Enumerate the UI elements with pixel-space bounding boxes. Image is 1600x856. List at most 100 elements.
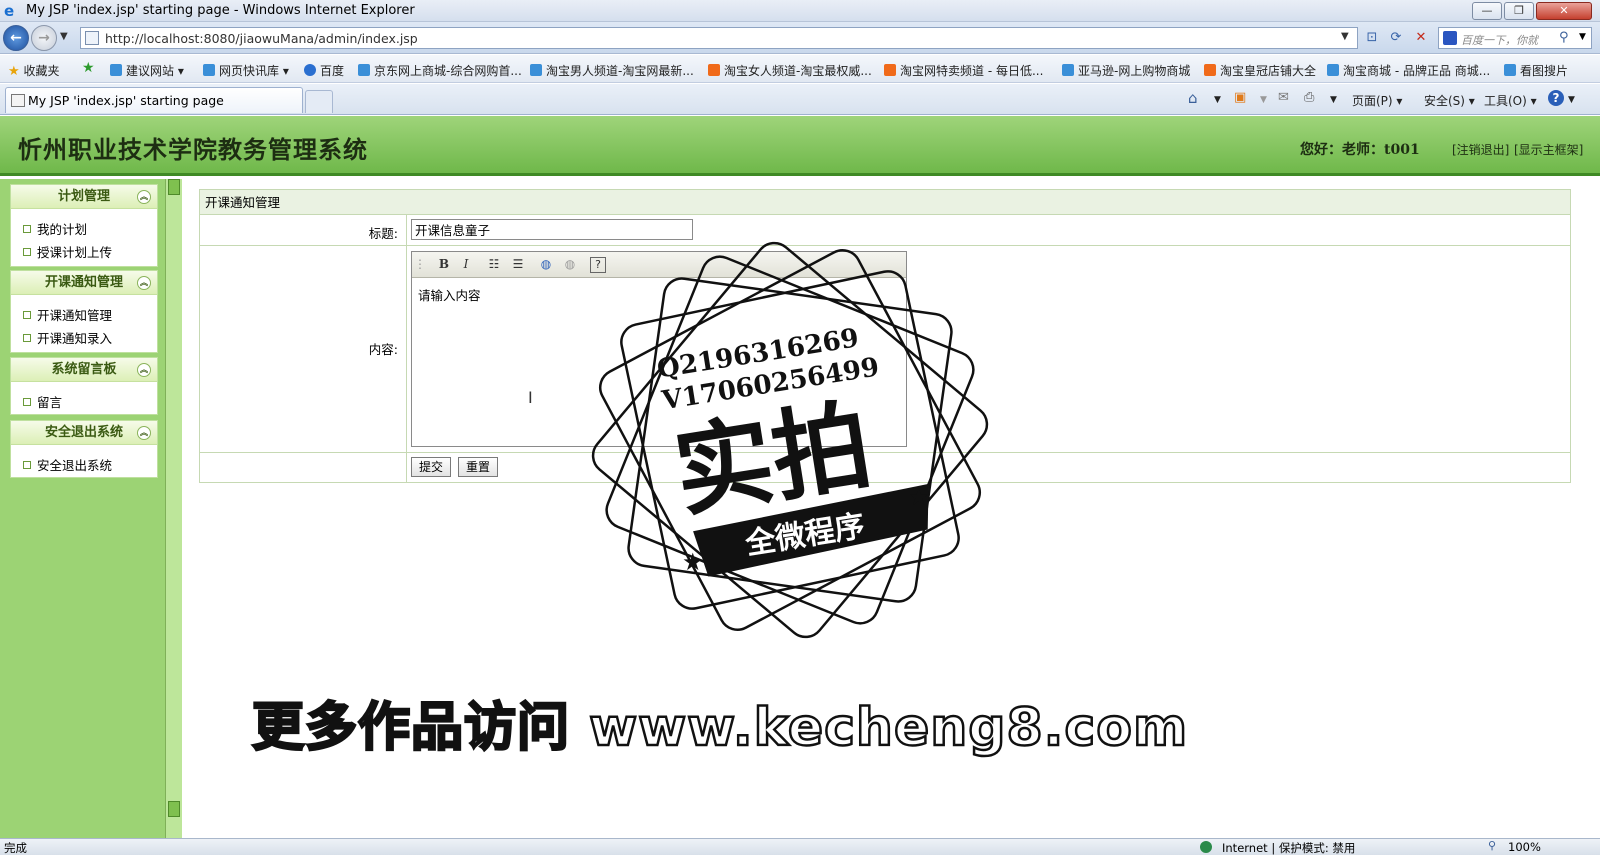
page-menu[interactable]: 页面(P) ▾ — [1352, 92, 1402, 109]
help-icon[interactable]: ? — [1548, 90, 1564, 106]
search-field[interactable]: 百度一下，你就 ⚲ ▼ — [1438, 27, 1592, 49]
forward-icon[interactable]: → — [31, 25, 57, 51]
menu-item-my-plan[interactable]: 我的计划 — [23, 219, 87, 238]
fav-link-7[interactable]: 亚马逊-网上购物商城 — [1062, 62, 1190, 79]
restore-button[interactable]: ❐ — [1504, 2, 1534, 20]
text-cursor-icon: I — [528, 388, 533, 407]
compat-view-icon[interactable]: ⊡ — [1361, 28, 1383, 48]
help-dropdown-icon[interactable]: ▼ — [1568, 95, 1575, 105]
menu-group-header[interactable]: 系统留言板 ︽ — [11, 358, 157, 382]
fav-link-1[interactable]: 网页快讯库 ▾ — [203, 62, 289, 79]
frame-splitter[interactable] — [165, 179, 182, 838]
unordered-list-icon[interactable]: ☰ — [508, 255, 528, 274]
collapse-icon[interactable]: ︽ — [137, 190, 151, 204]
refresh-icon[interactable]: ⟳ — [1385, 28, 1407, 48]
star-icon: ★ — [8, 64, 20, 79]
history-dropdown-icon[interactable]: ▼ — [60, 31, 68, 42]
tab-bar: My JSP 'index.jsp' starting page ⌂ ▼ ▣ ▼… — [0, 84, 1600, 115]
print-dropdown-icon[interactable]: ▼ — [1330, 95, 1337, 105]
collapse-icon[interactable]: ︽ — [137, 276, 151, 290]
fav-link-10[interactable]: 看图搜片 — [1504, 62, 1568, 79]
window-title-bar: e My JSP 'index.jsp' starting page - Win… — [0, 0, 1600, 22]
menu-item-upload-plan[interactable]: 授课计划上传 — [23, 242, 112, 261]
taobao-icon — [1204, 64, 1216, 76]
menu-item-message[interactable]: 留言 — [23, 392, 62, 411]
menu-group-header[interactable]: 计划管理 ︽ — [11, 185, 157, 209]
fav-link-5[interactable]: 淘宝女人频道-淘宝最权威... — [708, 62, 872, 79]
page-icon — [11, 94, 25, 107]
tab-active[interactable]: My JSP 'index.jsp' starting page — [5, 87, 303, 113]
security-zone[interactable]: Internet | 保护模式: 禁用 — [1222, 840, 1355, 856]
url-text: http://localhost:8080/jiaowuMana/admin/i… — [105, 31, 418, 46]
webpage-icon — [1504, 64, 1516, 76]
tab-title: My JSP 'index.jsp' starting page — [28, 93, 224, 108]
submit-button[interactable]: 提交 — [411, 457, 452, 477]
menu-item-notice-manage[interactable]: 开课通知管理 — [23, 305, 112, 324]
address-field[interactable]: http://localhost:8080/jiaowuMana/admin/i… — [80, 27, 1358, 49]
remove-link-icon[interactable]: ◍ — [560, 255, 580, 274]
back-icon[interactable]: ← — [3, 25, 29, 51]
insert-link-icon[interactable]: ◍ — [536, 255, 556, 274]
webpage-icon — [1062, 64, 1074, 76]
search-dropdown-icon[interactable]: ▼ — [1579, 32, 1586, 42]
stop-icon[interactable]: ✕ — [1410, 28, 1432, 48]
baidu-icon — [1443, 31, 1457, 45]
show-frame-link[interactable]: [显示主框架] — [1514, 141, 1583, 158]
editor-content[interactable]: 请输入内容 — [418, 285, 481, 304]
webpage-icon — [530, 64, 542, 76]
home-icon[interactable]: ⌂ — [1188, 89, 1198, 107]
reset-button[interactable]: 重置 — [458, 457, 499, 477]
new-tab-button[interactable] — [305, 90, 333, 113]
menu-group-header[interactable]: 开课通知管理 ︽ — [11, 271, 157, 295]
collapse-icon[interactable]: ︽ — [137, 363, 151, 377]
taobao-icon — [708, 64, 720, 76]
logout-link[interactable]: [注销退出] — [1452, 141, 1509, 158]
left-menu: 计划管理 ︽ 我的计划 授课计划上传 开课通知管理 ︽ 开课通知管理 开课通知录入 … — [0, 179, 165, 838]
page-icon — [85, 31, 99, 45]
feeds-icon[interactable]: ▣ — [1234, 90, 1246, 105]
search-icon[interactable]: ⚲ — [1559, 30, 1569, 45]
collapse-icon[interactable]: ︽ — [137, 426, 151, 440]
add-favorite-icon[interactable]: ★ — [82, 60, 95, 76]
tools-menu[interactable]: 工具(O) ▾ — [1484, 92, 1537, 109]
menu-group-exit: 安全退出系统 ︽ 安全退出系统 — [10, 420, 158, 478]
app-title: 忻州职业技术学院教务管理系统 — [18, 135, 368, 164]
italic-icon[interactable]: I — [456, 255, 476, 274]
print-icon[interactable]: ⎙ — [1304, 90, 1314, 105]
title-input[interactable] — [411, 219, 693, 240]
title-label: 标题: — [368, 226, 398, 241]
fav-link-6[interactable]: 淘宝网特卖频道 - 每日低... — [884, 62, 1043, 79]
webpage-icon — [1327, 64, 1339, 76]
fav-link-3[interactable]: 京东网上商城-综合网购首... — [358, 62, 522, 79]
favorites-button[interactable]: ★ 收藏夹 — [8, 62, 60, 79]
scroll-up-handle[interactable] — [168, 179, 180, 195]
feeds-dropdown-icon[interactable]: ▼ — [1260, 95, 1267, 105]
fav-link-9[interactable]: 淘宝商城 - 品牌正品 商城... — [1327, 62, 1490, 79]
close-window-button[interactable]: ✕ — [1536, 2, 1592, 20]
safety-menu[interactable]: 安全(S) ▾ — [1424, 92, 1475, 109]
star-icon: ★ — [908, 483, 930, 511]
home-dropdown-icon[interactable]: ▼ — [1214, 95, 1221, 105]
status-bar: 完成 Internet | 保护模式: 禁用 ⚲ 100% — [0, 838, 1600, 855]
fav-link-8[interactable]: 淘宝皇冠店铺大全 — [1204, 62, 1316, 79]
scroll-down-handle[interactable] — [168, 801, 180, 817]
star-icon: ★ — [682, 548, 704, 576]
search-placeholder: 百度一下，你就 — [1461, 34, 1538, 47]
url-dropdown-icon[interactable]: ▼ — [1341, 31, 1349, 42]
webpage-icon — [358, 64, 370, 76]
globe-icon — [304, 64, 316, 76]
ordered-list-icon[interactable]: ☷ — [484, 255, 504, 274]
menu-item-notice-entry[interactable]: 开课通知录入 — [23, 328, 112, 347]
app-header: 忻州职业技术学院教务管理系统 您好：老师：t001 [注销退出] [显示主框架] — [0, 116, 1600, 176]
fav-link-2[interactable]: 百度 — [304, 62, 344, 79]
fav-link-4[interactable]: 淘宝男人频道-淘宝网最新... — [530, 62, 694, 79]
menu-item-exit[interactable]: 安全退出系统 — [23, 455, 112, 474]
zoom-level[interactable]: 100% — [1508, 840, 1541, 854]
bold-icon[interactable]: B — [434, 255, 454, 274]
menu-group-header[interactable]: 安全退出系统 ︽ — [11, 421, 157, 445]
minimize-button[interactable]: — — [1472, 2, 1502, 20]
fav-link-0[interactable]: 建议网站 ▾ — [110, 62, 184, 79]
webpage-icon — [203, 64, 215, 76]
window-title: My JSP 'index.jsp' starting page - Windo… — [26, 3, 415, 18]
mail-icon[interactable]: ✉ — [1278, 90, 1289, 105]
